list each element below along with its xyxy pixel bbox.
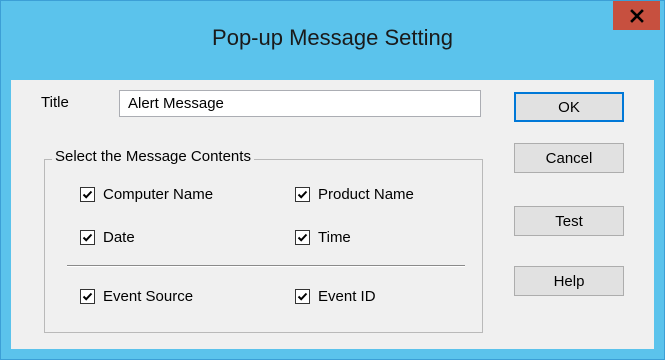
groupbox-legend: Select the Message Contents — [52, 148, 254, 165]
checkbox-label: Event Source — [103, 288, 194, 305]
checkbox-box[interactable] — [80, 230, 95, 245]
window-title: Pop-up Message Setting — [212, 25, 453, 50]
checkbox-date[interactable]: Date — [80, 229, 135, 246]
checkbox-time[interactable]: Time — [295, 229, 351, 246]
checkbox-box[interactable] — [80, 289, 95, 304]
checkbox-product-name[interactable]: Product Name — [295, 186, 414, 203]
checkbox-label: Computer Name — [103, 186, 214, 203]
help-button[interactable]: Help — [514, 266, 624, 296]
ok-button[interactable]: OK — [514, 92, 624, 122]
checkbox-label: Date — [103, 229, 135, 246]
dialog-client-area: Title Select the Message Contents Comput… — [11, 80, 654, 349]
checkbox-event-id[interactable]: Event ID — [295, 288, 376, 305]
checkbox-label: Time — [318, 229, 351, 246]
checkbox-event-source[interactable]: Event Source — [80, 288, 193, 305]
close-icon — [629, 8, 644, 23]
checkbox-box[interactable] — [80, 187, 95, 202]
test-button[interactable]: Test — [514, 206, 624, 236]
checkbox-label: Event ID — [318, 288, 376, 305]
cancel-button[interactable]: Cancel — [514, 143, 624, 173]
checkbox-computer-name[interactable]: Computer Name — [80, 186, 213, 203]
title-input[interactable] — [119, 90, 481, 117]
title-label: Title — [41, 94, 69, 111]
close-button[interactable] — [613, 1, 660, 30]
title-bar[interactable]: Pop-up Message Setting — [1, 1, 664, 81]
dialog-window: Pop-up Message Setting Title Select the … — [0, 0, 665, 360]
checkbox-box[interactable] — [295, 187, 310, 202]
group-separator — [67, 265, 465, 267]
checkbox-label: Product Name — [318, 186, 414, 203]
checkbox-box[interactable] — [295, 289, 310, 304]
checkbox-box[interactable] — [295, 230, 310, 245]
